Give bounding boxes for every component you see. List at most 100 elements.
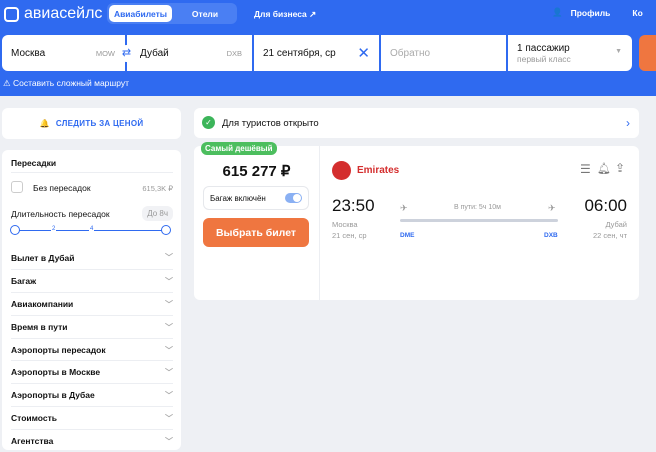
arrival-city: Дубай (605, 220, 627, 229)
product-tabs: Авиабилеты Отели (107, 3, 237, 24)
chevron-down-icon: ﹀ (165, 390, 173, 400)
transfers-title: Пересадки (11, 158, 57, 168)
filter-label: Время в пути (11, 322, 68, 332)
landing-icon: ✈ (548, 203, 556, 213)
ticket-price: 615 277 ₽ (222, 163, 291, 180)
date-value: 21 сентября, ср (263, 47, 336, 59)
logo[interactable]: авиасейлс (4, 5, 102, 23)
price-alert-button[interactable]: 🔔 СЛЕДИТЬ ЗА ЦЕНОЙ (2, 108, 181, 139)
bell-icon[interactable]: 🔔︎ (597, 162, 611, 175)
chevron-down-icon: ﹀ (165, 436, 173, 446)
divider (11, 172, 173, 173)
destination-field[interactable]: Дубай DXB (127, 35, 252, 71)
chevron-down-icon: ﹀ (165, 413, 173, 423)
takeoff-icon: ✈ (400, 203, 408, 213)
clear-date-icon[interactable]: ✕ (357, 44, 370, 62)
no-transfers-checkbox[interactable] (11, 181, 23, 193)
check-icon: ✓ (202, 116, 215, 129)
complex-route-link[interactable]: ⚠︎ Составить сложный маршрут (3, 78, 129, 89)
filter-departure[interactable]: Вылет в Дубай ﹀ (11, 246, 173, 269)
emirates-logo (332, 161, 351, 180)
chevron-down-icon: ﹀ (165, 322, 173, 332)
chevron-down-icon: ﹀ (165, 276, 173, 286)
share-icon[interactable]: ⇪ (615, 161, 625, 175)
complex-route-label: Составить сложный маршрут (12, 78, 130, 88)
profile-label: Профиль (570, 7, 611, 18)
tab-hotels[interactable]: Отели (175, 5, 235, 22)
arrival-airport[interactable]: DXB (544, 232, 558, 239)
duration-label: Длительность пересадок (11, 209, 110, 219)
slider-handle-min[interactable] (10, 225, 20, 235)
filter-label: Аэропорты в Москве (11, 367, 101, 377)
airline-name: Emirates (357, 165, 400, 176)
destination-code: DXB (226, 48, 242, 58)
passengers-value: 1 пассажир (517, 42, 570, 54)
profile-button[interactable]: 👤 Профиль Ко (552, 7, 643, 18)
filter-agencies[interactable]: Агентства ﹀ (11, 429, 173, 452)
no-transfers-price: 615,3K ₽ (142, 184, 173, 193)
price-alert-label: СЛЕДИТЬ ЗА ЦЕНОЙ (55, 119, 144, 128)
swap-icon[interactable]: ⇄ (118, 45, 135, 62)
destination-value: Дубай (140, 47, 169, 59)
return-date-field[interactable]: Обратно (381, 35, 506, 71)
tab-flights[interactable]: Авиабилеты (109, 5, 172, 22)
cheapest-badge: Самый дешёвый (201, 142, 277, 155)
baggage-label: Багаж включён (210, 193, 266, 203)
no-transfers-label: Без пересадок (33, 183, 91, 193)
filter-dubai-airports[interactable]: Аэропорты в Дубае ﹀ (11, 383, 173, 406)
banner-text: Для туристов открыто (222, 117, 319, 129)
route-icon: ⚠︎ (3, 78, 13, 88)
extra-menu[interactable]: Ко (632, 8, 642, 18)
filter-label: Стоимость (11, 413, 57, 423)
chevron-right-icon: › (626, 116, 630, 130)
filter-label: Аэропорты пересадок (11, 345, 106, 355)
chevron-down-icon: ﹀ (165, 367, 173, 377)
class-value: первый класс (517, 53, 571, 64)
origin-value: Москва (11, 47, 46, 59)
business-link[interactable]: Для бизнеса ↗ (254, 9, 316, 20)
header: авиасейлс Авиабилеты Отели Для бизнеса ↗… (0, 0, 656, 96)
filter-travel-time[interactable]: Время в пути ﹀ (11, 315, 173, 338)
baggage-toggle[interactable] (285, 193, 302, 203)
search-button[interactable] (639, 35, 656, 71)
tourist-banner[interactable]: ✓ Для туристов открыто › (194, 108, 639, 138)
baggage-toggle-row[interactable]: Багаж включён (203, 186, 309, 210)
user-icon: 👤 (552, 7, 563, 17)
filter-label: Вылет в Дубай (11, 252, 75, 263)
divider (319, 146, 320, 300)
departure-city: Москва (332, 220, 358, 229)
flight-duration: В пути: 5ч 10м (454, 204, 501, 211)
arrival-time: 06:00 (584, 196, 627, 215)
filter-label: Багаж (11, 276, 37, 286)
filter-label: Авиакомпании (11, 299, 74, 309)
origin-field[interactable]: Москва MOW (2, 35, 125, 71)
filter-moscow-airports[interactable]: Аэропорты в Москве ﹀ (11, 360, 173, 383)
duration-value: До 8ч (142, 206, 173, 221)
filter-baggage[interactable]: Багаж ﹀ (11, 269, 173, 292)
chevron-down-icon: ﹀ (165, 253, 173, 262)
logo-text: авиасейлс (24, 5, 103, 22)
departure-time: 23:50 (332, 196, 375, 215)
slider-tick: 2 (51, 226, 57, 232)
filter-label: Аэропорты в Дубае (11, 390, 95, 400)
flight-line (400, 219, 558, 222)
ticket-card: Самый дешёвый 615 277 ₽ Багаж включён Вы… (194, 142, 639, 300)
departure-airport[interactable]: DME (400, 232, 414, 239)
filter-airlines[interactable]: Авиакомпании ﹀ (11, 292, 173, 315)
chevron-down-icon: ▼ (615, 48, 622, 55)
passengers-field[interactable]: 1 пассажир первый класс ▼ (508, 35, 632, 71)
departure-date: 21 сен, ср (332, 231, 367, 240)
select-ticket-button[interactable]: Выбрать билет (203, 218, 309, 247)
add-to-list-icon[interactable]: ☰ (580, 162, 591, 176)
chevron-down-icon: ﹀ (165, 345, 173, 355)
filter-transfer-airports[interactable]: Аэропорты пересадок ﹀ (11, 338, 173, 361)
chevron-down-icon: ﹀ (165, 299, 173, 309)
date-field[interactable]: 21 сентября, ср ✕ (254, 35, 379, 71)
filter-price[interactable]: Стоимость ﹀ (11, 406, 173, 429)
bell-icon: 🔔 (39, 119, 50, 128)
slider-handle-max[interactable] (161, 225, 171, 235)
filters-panel: Пересадки Без пересадок 615,3K ₽ Длитель… (2, 150, 181, 450)
slider-tick: 4 (89, 226, 95, 232)
origin-code: MOW (95, 48, 115, 58)
logo-icon (4, 6, 19, 22)
